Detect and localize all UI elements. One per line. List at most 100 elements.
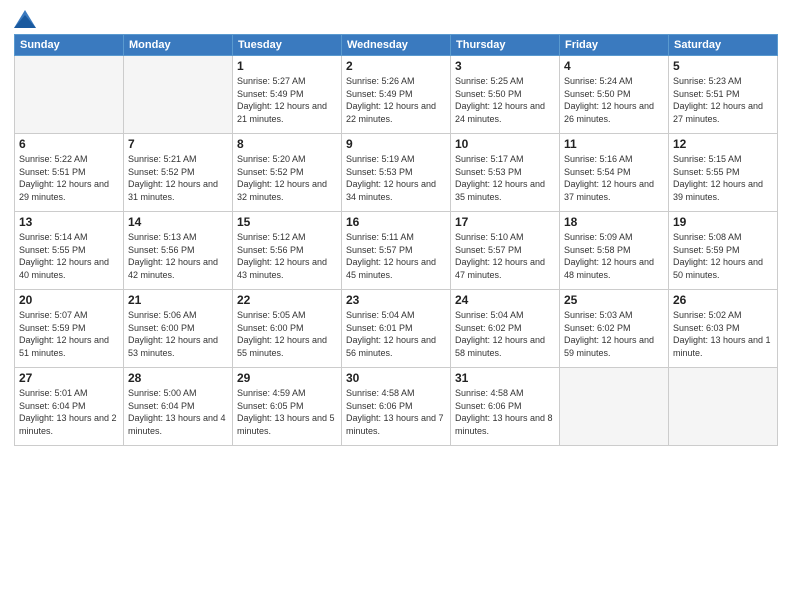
day-info: Sunrise: 5:01 AMSunset: 6:04 PMDaylight:… (19, 387, 119, 437)
calendar-cell: 16 Sunrise: 5:11 AMSunset: 5:57 PMDayligh… (342, 212, 451, 290)
day-number: 2 (346, 59, 446, 73)
calendar-cell: 5 Sunrise: 5:23 AMSunset: 5:51 PMDaylight… (669, 56, 778, 134)
day-info: Sunrise: 5:06 AMSunset: 6:00 PMDaylight:… (128, 309, 228, 359)
calendar-week-2: 13 Sunrise: 5:14 AMSunset: 5:55 PMDayligh… (15, 212, 778, 290)
day-number: 8 (237, 137, 337, 151)
calendar-cell: 4 Sunrise: 5:24 AMSunset: 5:50 PMDaylight… (560, 56, 669, 134)
day-info: Sunrise: 5:11 AMSunset: 5:57 PMDaylight:… (346, 231, 446, 281)
calendar-header-sunday: Sunday (15, 35, 124, 56)
day-number: 21 (128, 293, 228, 307)
day-info: Sunrise: 4:58 AMSunset: 6:06 PMDaylight:… (455, 387, 555, 437)
calendar-header-monday: Monday (124, 35, 233, 56)
day-info: Sunrise: 5:08 AMSunset: 5:59 PMDaylight:… (673, 231, 773, 281)
day-info: Sunrise: 5:04 AMSunset: 6:01 PMDaylight:… (346, 309, 446, 359)
day-number: 13 (19, 215, 119, 229)
day-number: 4 (564, 59, 664, 73)
calendar-header-wednesday: Wednesday (342, 35, 451, 56)
day-number: 9 (346, 137, 446, 151)
day-number: 18 (564, 215, 664, 229)
day-info: Sunrise: 5:15 AMSunset: 5:55 PMDaylight:… (673, 153, 773, 203)
day-number: 19 (673, 215, 773, 229)
day-info: Sunrise: 5:09 AMSunset: 5:58 PMDaylight:… (564, 231, 664, 281)
logo-icon (14, 10, 36, 28)
calendar-cell: 27 Sunrise: 5:01 AMSunset: 6:04 PMDayligh… (15, 368, 124, 446)
day-info: Sunrise: 4:59 AMSunset: 6:05 PMDaylight:… (237, 387, 337, 437)
calendar-week-0: 1 Sunrise: 5:27 AMSunset: 5:49 PMDaylight… (15, 56, 778, 134)
day-info: Sunrise: 4:58 AMSunset: 6:06 PMDaylight:… (346, 387, 446, 437)
day-number: 15 (237, 215, 337, 229)
day-info: Sunrise: 5:07 AMSunset: 5:59 PMDaylight:… (19, 309, 119, 359)
day-number: 31 (455, 371, 555, 385)
calendar-cell: 14 Sunrise: 5:13 AMSunset: 5:56 PMDayligh… (124, 212, 233, 290)
calendar-cell: 6Sunrise: 5:22 AMSunset: 5:51 PMDaylight… (15, 134, 124, 212)
day-info: Sunrise: 5:21 AMSunset: 5:52 PMDaylight:… (128, 153, 228, 203)
day-number: 30 (346, 371, 446, 385)
day-number: 24 (455, 293, 555, 307)
calendar-cell: 7 Sunrise: 5:21 AMSunset: 5:52 PMDaylight… (124, 134, 233, 212)
day-number: 6 (19, 137, 119, 151)
calendar-cell (560, 368, 669, 446)
calendar-cell: 20 Sunrise: 5:07 AMSunset: 5:59 PMDayligh… (15, 290, 124, 368)
calendar-week-3: 20 Sunrise: 5:07 AMSunset: 5:59 PMDayligh… (15, 290, 778, 368)
day-info: Sunrise: 5:27 AMSunset: 5:49 PMDaylight:… (237, 75, 337, 125)
day-number: 17 (455, 215, 555, 229)
day-info: Sunrise: 5:00 AMSunset: 6:04 PMDaylight:… (128, 387, 228, 437)
calendar-cell: 11Sunrise: 5:16 AMSunset: 5:54 PMDayligh… (560, 134, 669, 212)
day-number: 26 (673, 293, 773, 307)
day-number: 14 (128, 215, 228, 229)
calendar-cell (124, 56, 233, 134)
day-number: 7 (128, 137, 228, 151)
day-info: Sunrise: 5:12 AMSunset: 5:56 PMDaylight:… (237, 231, 337, 281)
day-number: 10 (455, 137, 555, 151)
calendar-cell: 31 Sunrise: 4:58 AMSunset: 6:06 PMDayligh… (451, 368, 560, 446)
page-container: SundayMondayTuesdayWednesdayThursdayFrid… (0, 0, 792, 612)
calendar-cell: 2Sunrise: 5:26 AMSunset: 5:49 PMDaylight… (342, 56, 451, 134)
day-info: Sunrise: 5:23 AMSunset: 5:51 PMDaylight:… (673, 75, 773, 125)
day-info: Sunrise: 5:19 AMSunset: 5:53 PMDaylight:… (346, 153, 446, 203)
calendar-cell: 17 Sunrise: 5:10 AMSunset: 5:57 PMDayligh… (451, 212, 560, 290)
day-info: Sunrise: 5:03 AMSunset: 6:02 PMDaylight:… (564, 309, 664, 359)
day-number: 5 (673, 59, 773, 73)
day-number: 20 (19, 293, 119, 307)
day-info: Sunrise: 5:10 AMSunset: 5:57 PMDaylight:… (455, 231, 555, 281)
day-number: 1 (237, 59, 337, 73)
logo (14, 10, 39, 28)
calendar-cell (15, 56, 124, 134)
calendar-cell: 21 Sunrise: 5:06 AMSunset: 6:00 PMDayligh… (124, 290, 233, 368)
day-info: Sunrise: 5:17 AMSunset: 5:53 PMDaylight:… (455, 153, 555, 203)
calendar-cell: 19 Sunrise: 5:08 AMSunset: 5:59 PMDayligh… (669, 212, 778, 290)
calendar-header-tuesday: Tuesday (233, 35, 342, 56)
day-number: 29 (237, 371, 337, 385)
day-number: 3 (455, 59, 555, 73)
calendar-cell: 3 Sunrise: 5:25 AMSunset: 5:50 PMDaylight… (451, 56, 560, 134)
day-info: Sunrise: 5:14 AMSunset: 5:55 PMDaylight:… (19, 231, 119, 281)
header (14, 10, 778, 28)
day-info: Sunrise: 5:24 AMSunset: 5:50 PMDaylight:… (564, 75, 664, 125)
day-info: Sunrise: 5:13 AMSunset: 5:56 PMDaylight:… (128, 231, 228, 281)
day-number: 23 (346, 293, 446, 307)
calendar-cell: 1 Sunrise: 5:27 AMSunset: 5:49 PMDaylight… (233, 56, 342, 134)
calendar-cell: 12Sunrise: 5:15 AMSunset: 5:55 PMDayligh… (669, 134, 778, 212)
calendar-cell: 8Sunrise: 5:20 AMSunset: 5:52 PMDaylight… (233, 134, 342, 212)
calendar-cell: 10 Sunrise: 5:17 AMSunset: 5:53 PMDayligh… (451, 134, 560, 212)
day-info: Sunrise: 5:25 AMSunset: 5:50 PMDaylight:… (455, 75, 555, 125)
calendar-header-row: SundayMondayTuesdayWednesdayThursdayFrid… (15, 35, 778, 56)
calendar-cell: 30 Sunrise: 4:58 AMSunset: 6:06 PMDayligh… (342, 368, 451, 446)
day-number: 27 (19, 371, 119, 385)
calendar-cell: 9 Sunrise: 5:19 AMSunset: 5:53 PMDaylight… (342, 134, 451, 212)
day-info: Sunrise: 5:02 AMSunset: 6:03 PMDaylight:… (673, 309, 773, 359)
calendar-cell: 25 Sunrise: 5:03 AMSunset: 6:02 PMDayligh… (560, 290, 669, 368)
calendar-cell: 28Sunrise: 5:00 AMSunset: 6:04 PMDayligh… (124, 368, 233, 446)
day-number: 22 (237, 293, 337, 307)
calendar-header-thursday: Thursday (451, 35, 560, 56)
calendar-cell: 24Sunrise: 5:04 AMSunset: 6:02 PMDayligh… (451, 290, 560, 368)
calendar-cell: 26 Sunrise: 5:02 AMSunset: 6:03 PMDayligh… (669, 290, 778, 368)
day-number: 11 (564, 137, 664, 151)
day-number: 16 (346, 215, 446, 229)
calendar-cell: 29 Sunrise: 4:59 AMSunset: 6:05 PMDayligh… (233, 368, 342, 446)
calendar-cell: 22 Sunrise: 5:05 AMSunset: 6:00 PMDayligh… (233, 290, 342, 368)
day-number: 25 (564, 293, 664, 307)
calendar-cell (669, 368, 778, 446)
calendar-cell: 18 Sunrise: 5:09 AMSunset: 5:58 PMDayligh… (560, 212, 669, 290)
day-info: Sunrise: 5:05 AMSunset: 6:00 PMDaylight:… (237, 309, 337, 359)
